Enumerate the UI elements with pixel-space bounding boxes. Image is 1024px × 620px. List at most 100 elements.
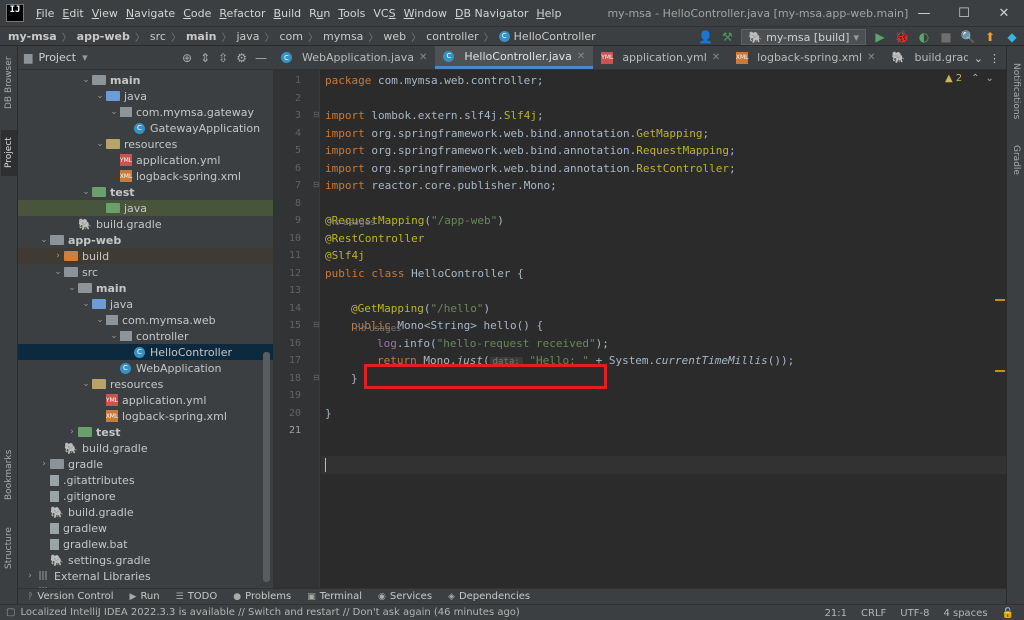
lock-icon[interactable]: 🔓	[1002, 608, 1014, 619]
close-tab-icon[interactable]: ✕	[867, 52, 875, 63]
breadcrumb-item[interactable]: mymsa	[323, 30, 363, 43]
menu-code[interactable]: Code	[179, 7, 215, 20]
stop-icon[interactable]: ■	[938, 30, 954, 44]
db-browser-tab[interactable]: DB Browser	[1, 52, 17, 114]
tree-item[interactable]: 🐘 build.gradle	[18, 440, 273, 456]
editor-tab[interactable]: YML application.yml ✕	[593, 46, 728, 69]
collapse-all-icon[interactable]: ⇳	[218, 51, 228, 65]
chevron-icon[interactable]: ›	[24, 571, 36, 581]
status-square-icon[interactable]: ▢	[6, 607, 15, 618]
close-tab-icon[interactable]: ✕	[419, 52, 427, 63]
tree-item[interactable]: ⌄ java	[18, 88, 273, 104]
jetbrains-toolbox-icon[interactable]: ◆	[1004, 30, 1020, 44]
tree-item[interactable]: › gradle	[18, 456, 273, 472]
gradle-tab[interactable]: Gradle	[1008, 140, 1024, 180]
breadcrumb-item[interactable]: app-web	[77, 30, 130, 43]
build-hammer-icon[interactable]: ⚒	[719, 30, 735, 44]
tool-window-dependencies[interactable]: ◈ Dependencies	[448, 591, 530, 602]
chevron-icon[interactable]: ⌄	[80, 75, 92, 85]
menu-refactor[interactable]: Refactor	[215, 7, 269, 20]
breadcrumb-item[interactable]: web	[383, 30, 406, 43]
chevron-icon[interactable]: ⌄	[80, 299, 92, 309]
breadcrumb-item[interactable]: controller	[426, 30, 478, 43]
notifications-tab[interactable]: Notifications	[1008, 54, 1024, 128]
close-tab-icon[interactable]: ✕	[712, 52, 720, 63]
menu-view[interactable]: View	[88, 7, 122, 20]
chevron-icon[interactable]: ⌄	[108, 331, 120, 341]
update-icon[interactable]: ⬆	[982, 30, 998, 44]
fold-icon[interactable]: ⊟	[313, 180, 320, 189]
expand-all-icon[interactable]: ⇕	[200, 51, 210, 65]
chevron-icon[interactable]: ⌄	[66, 283, 78, 293]
code-editor[interactable]: package com.mymsa.web.controller; import …	[321, 70, 1006, 590]
breadcrumb-item[interactable]: my-msa	[8, 30, 57, 43]
chevron-icon[interactable]: ⌄	[80, 379, 92, 389]
menu-navigate[interactable]: Navigate	[122, 7, 179, 20]
tree-item[interactable]: C HelloController	[18, 344, 273, 360]
tree-item[interactable]: YML application.yml	[18, 392, 273, 408]
chevron-icon[interactable]: ⌄	[38, 235, 50, 245]
editor-tab[interactable]: C WebApplication.java ✕	[273, 46, 435, 69]
chevron-down-icon[interactable]: ⌄	[974, 52, 983, 65]
tool-window-todo[interactable]: ☰ TODO	[176, 591, 218, 602]
tree-item[interactable]: ⌄ java	[18, 296, 273, 312]
tree-item[interactable]: ⌄ src	[18, 264, 273, 280]
tree-item[interactable]: YML application.yml	[18, 152, 273, 168]
tree-item[interactable]: 🐘 build.gradle	[18, 504, 273, 520]
close-tab-icon[interactable]: ✕	[577, 51, 585, 62]
tree-item[interactable]: › build	[18, 248, 273, 264]
search-icon[interactable]: 🔍	[960, 30, 976, 44]
user-icon[interactable]: 👤	[697, 30, 713, 44]
tree-item[interactable]: ⌄ main	[18, 280, 273, 296]
chevron-icon[interactable]: ⌄	[94, 91, 106, 101]
tree-item[interactable]: .gitattributes	[18, 472, 273, 488]
breadcrumb-item[interactable]: main	[186, 30, 217, 43]
tree-item[interactable]: ⌄ app-web	[18, 232, 273, 248]
tree-item[interactable]: ⌄ com.mymsa.web	[18, 312, 273, 328]
menu-file[interactable]: File	[32, 7, 58, 20]
usage-hint[interactable]: no usages	[329, 218, 375, 228]
run-icon[interactable]: ▶	[872, 30, 888, 44]
status-message[interactable]: Localized IntelliJ IDEA 2022.3.3 is avai…	[20, 607, 519, 618]
tree-item[interactable]: 🐘 build.gradle	[18, 216, 273, 232]
file-encoding[interactable]: UTF-8	[900, 608, 929, 619]
breadcrumb-item[interactable]: src	[150, 30, 166, 43]
tree-item[interactable]: ⌄ test	[18, 184, 273, 200]
tool-window-terminal[interactable]: ▣ Terminal	[307, 591, 362, 602]
run-configuration-select[interactable]: 🐘 my-msa [build] ▾	[741, 29, 866, 45]
tree-item[interactable]: ⌄ main	[18, 72, 273, 88]
menu-build[interactable]: Build	[270, 7, 306, 20]
maximize-button[interactable]: ☐	[944, 0, 984, 26]
tree-item[interactable]: ⌄ controller	[18, 328, 273, 344]
editor-tab[interactable]: XML logback-spring.xml ✕	[728, 46, 883, 69]
tool-window-services[interactable]: ◉ Services	[378, 591, 432, 602]
chevron-icon[interactable]: ⌄	[94, 315, 106, 325]
locate-icon[interactable]: ⊕	[182, 51, 192, 65]
chevron-icon[interactable]: ⌄	[80, 187, 92, 197]
tool-window-problems[interactable]: ● Problems	[233, 591, 291, 602]
tree-item[interactable]: › test	[18, 424, 273, 440]
menu-window[interactable]: Window	[400, 7, 451, 20]
fold-icon[interactable]: ⊟	[313, 373, 320, 382]
usage-hint[interactable]: no usages	[355, 324, 401, 334]
editor-tab[interactable]: C HelloController.java ✕	[435, 46, 594, 69]
chevron-icon[interactable]: ⌄	[52, 267, 64, 277]
breadcrumb-item[interactable]: HelloController	[514, 30, 596, 43]
tree-item[interactable]: gradlew.bat	[18, 536, 273, 552]
tool-window-version-control[interactable]: ᚹ Version Control	[28, 591, 114, 602]
tree-item[interactable]: 🐘 settings.gradle	[18, 552, 273, 568]
gear-icon[interactable]: ⚙	[236, 51, 247, 65]
coverage-icon[interactable]: ◐	[916, 30, 932, 44]
tree-item[interactable]: C GatewayApplication	[18, 120, 273, 136]
inspection-widget[interactable]: ▲ 2 ⌃⌄	[945, 73, 1000, 84]
chevron-icon[interactable]: ›	[52, 251, 64, 261]
breadcrumb-item[interactable]: com	[280, 30, 304, 43]
line-separator[interactable]: CRLF	[861, 608, 886, 619]
chevron-down-icon[interactable]: ▾	[82, 51, 88, 64]
chevron-icon[interactable]: ›	[66, 427, 78, 437]
tree-item[interactable]: ⌄ resources	[18, 136, 273, 152]
indent-setting[interactable]: 4 spaces	[943, 608, 987, 619]
menu-help[interactable]: Help	[532, 7, 565, 20]
minimize-button[interactable]: —	[904, 0, 944, 26]
fold-icon[interactable]: ⊟	[313, 110, 320, 119]
